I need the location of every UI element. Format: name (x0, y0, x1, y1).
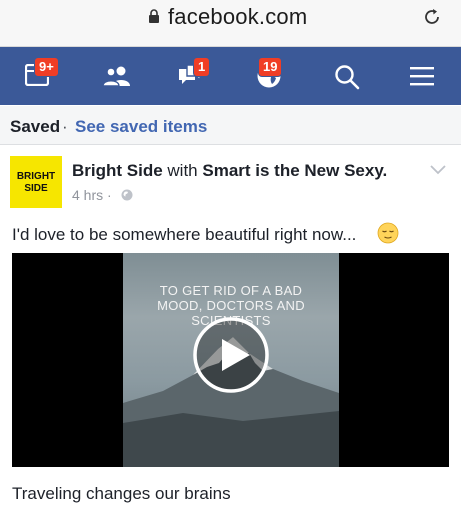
friends-icon (102, 66, 130, 86)
video-thumbnail: TO GET RID OF A BAD MOOD, DOCTORS AND SC… (123, 253, 339, 467)
video-text-line1: TO GET RID OF A BAD (159, 283, 303, 298)
nav-search-button[interactable] (318, 47, 378, 105)
chevron-down-icon[interactable] (430, 165, 446, 175)
post-author-line: Bright Side with Smart is the New Sexy. (72, 161, 387, 181)
lock-icon (149, 9, 159, 23)
messages-badge: 1 (193, 57, 211, 77)
avatar-text-line1: BRIGHT (16, 171, 56, 182)
coauthor-name[interactable]: Smart is the New Sexy. (202, 161, 387, 180)
facebook-nav-bar: 9+ 1 19 (0, 47, 461, 105)
relieved-face-emoji-icon (377, 222, 399, 244)
search-icon (335, 65, 360, 90)
video-player[interactable]: TO GET RID OF A BAD MOOD, DOCTORS AND SC… (12, 253, 449, 467)
nav-feed-button[interactable]: 9+ (10, 47, 70, 105)
nav-notifications-button[interactable]: 19 (242, 47, 302, 105)
browser-url-bar[interactable]: facebook.com (0, 0, 461, 47)
saved-title: Saved (10, 117, 61, 136)
avatar-text-line2: SIDE (24, 183, 48, 194)
nav-menu-button[interactable] (392, 47, 452, 105)
feed-badge: 9+ (34, 57, 59, 77)
author-name[interactable]: Bright Side (72, 161, 163, 180)
video-text-line2: MOOD, DOCTORS AND (157, 298, 305, 313)
post-timestamp[interactable]: 4 hrs · (72, 187, 112, 203)
play-button-icon[interactable] (191, 315, 271, 395)
video-caption: Traveling changes our brains (12, 484, 231, 503)
saved-header: Saved · See saved items (0, 106, 461, 145)
post-text: I'd love to be somewhere beautiful right… (12, 225, 357, 244)
hamburger-menu-icon (410, 67, 434, 86)
see-saved-items-link[interactable]: See saved items (75, 117, 207, 137)
notifications-badge: 19 (258, 57, 283, 77)
reload-icon[interactable] (420, 5, 444, 29)
with-text: with (167, 161, 198, 180)
page-avatar[interactable]: BRIGHT SIDE (10, 156, 62, 208)
nav-friends-button[interactable] (86, 47, 146, 105)
public-audience-icon (121, 189, 133, 201)
feed-post: BRIGHT SIDE Bright Side with Smart is th… (0, 145, 461, 512)
saved-separator: · (62, 117, 68, 136)
url-text[interactable]: facebook.com (168, 4, 307, 30)
nav-messages-button[interactable]: 1 (162, 47, 222, 105)
